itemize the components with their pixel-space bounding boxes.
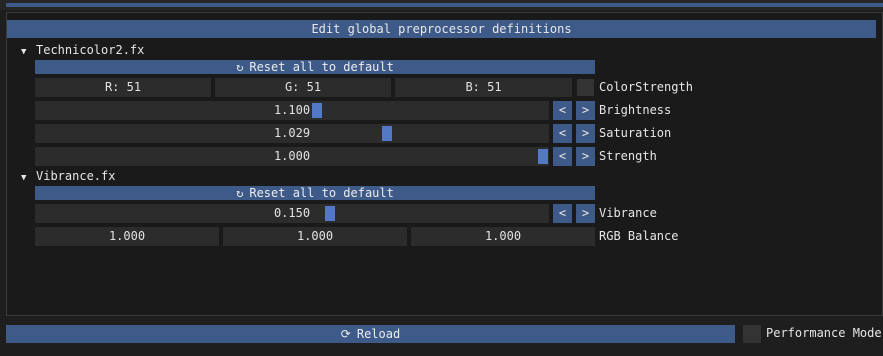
vibrance-increment-button[interactable]: > [576,204,595,223]
brightness-value: 1.100 [273,103,311,117]
saturation-value: 1.029 [273,126,311,140]
rgb-balance-r-field[interactable]: 1.000 [35,227,219,246]
technicolor-reset-button[interactable]: ↻ Reset all to default [35,60,595,74]
vibrance-slider[interactable]: 0.150 [35,204,549,223]
color-g-field[interactable]: G: 51 [215,78,391,97]
strength-increment-button[interactable]: > [576,147,595,166]
vibrance-reset-button[interactable]: ↻ Reset all to default [35,186,595,200]
reload-label: Reload [356,327,401,341]
performance-mode-label: Performance Mode [766,326,882,340]
edit-preprocessor-button[interactable]: Edit global preprocessor definitions [7,20,876,38]
color-strength-label: ColorStrength [599,80,693,94]
vibrance-decrement-button[interactable]: < [553,204,572,223]
rgb-balance-b-field[interactable]: 1.000 [411,227,595,246]
color-r-field[interactable]: R: 51 [35,78,211,97]
technicolor-section-header[interactable]: ▼ Technicolor2.fx [21,42,144,58]
saturation-slider-grab[interactable] [382,126,393,141]
color-b-field[interactable]: B: 51 [395,78,572,97]
saturation-decrement-button[interactable]: < [553,124,572,143]
saturation-increment-button[interactable]: > [576,124,595,143]
strength-decrement-button[interactable]: < [553,147,572,166]
vibrance-slider-grab[interactable] [324,206,335,221]
reload-button[interactable]: ⟳ Reload [6,325,735,343]
top-accent-bar [6,3,883,7]
brightness-label: Brightness [599,103,672,117]
reset-icon: ↻ [236,186,244,200]
brightness-slider-grab[interactable] [312,103,323,118]
strength-slider-grab[interactable] [538,149,548,164]
brightness-increment-button[interactable]: > [576,101,595,120]
brightness-slider[interactable]: 1.100 [35,101,549,120]
saturation-label: Saturation [599,126,672,140]
reset-icon: ↻ [236,60,244,74]
technicolor-title: Technicolor2.fx [36,43,145,57]
rgb-balance-g-field[interactable]: 1.000 [223,227,407,246]
vibrance-section-header[interactable]: ▼ Vibrance.fx [21,168,115,184]
strength-value: 1.000 [273,149,311,163]
saturation-slider[interactable]: 1.029 [35,124,549,143]
color-preview-swatch[interactable] [577,79,594,96]
vibrance-reset-label: Reset all to default [249,186,394,200]
rgb-balance-label: RGB Balance [599,229,679,243]
reload-icon: ⟳ [340,327,351,341]
strength-slider[interactable]: 1.000 [35,147,549,166]
vibrance-title: Vibrance.fx [36,169,116,183]
performance-mode-checkbox[interactable] [743,325,761,343]
vibrance-label: Vibrance [599,206,657,220]
technicolor-reset-label: Reset all to default [249,60,394,74]
top-bar [0,0,883,10]
vibrance-value: 0.150 [273,206,311,220]
brightness-decrement-button[interactable]: < [553,101,572,120]
expanded-arrow-icon: ▼ [21,173,27,183]
expanded-arrow-icon: ▼ [21,47,27,57]
strength-label: Strength [599,149,657,163]
